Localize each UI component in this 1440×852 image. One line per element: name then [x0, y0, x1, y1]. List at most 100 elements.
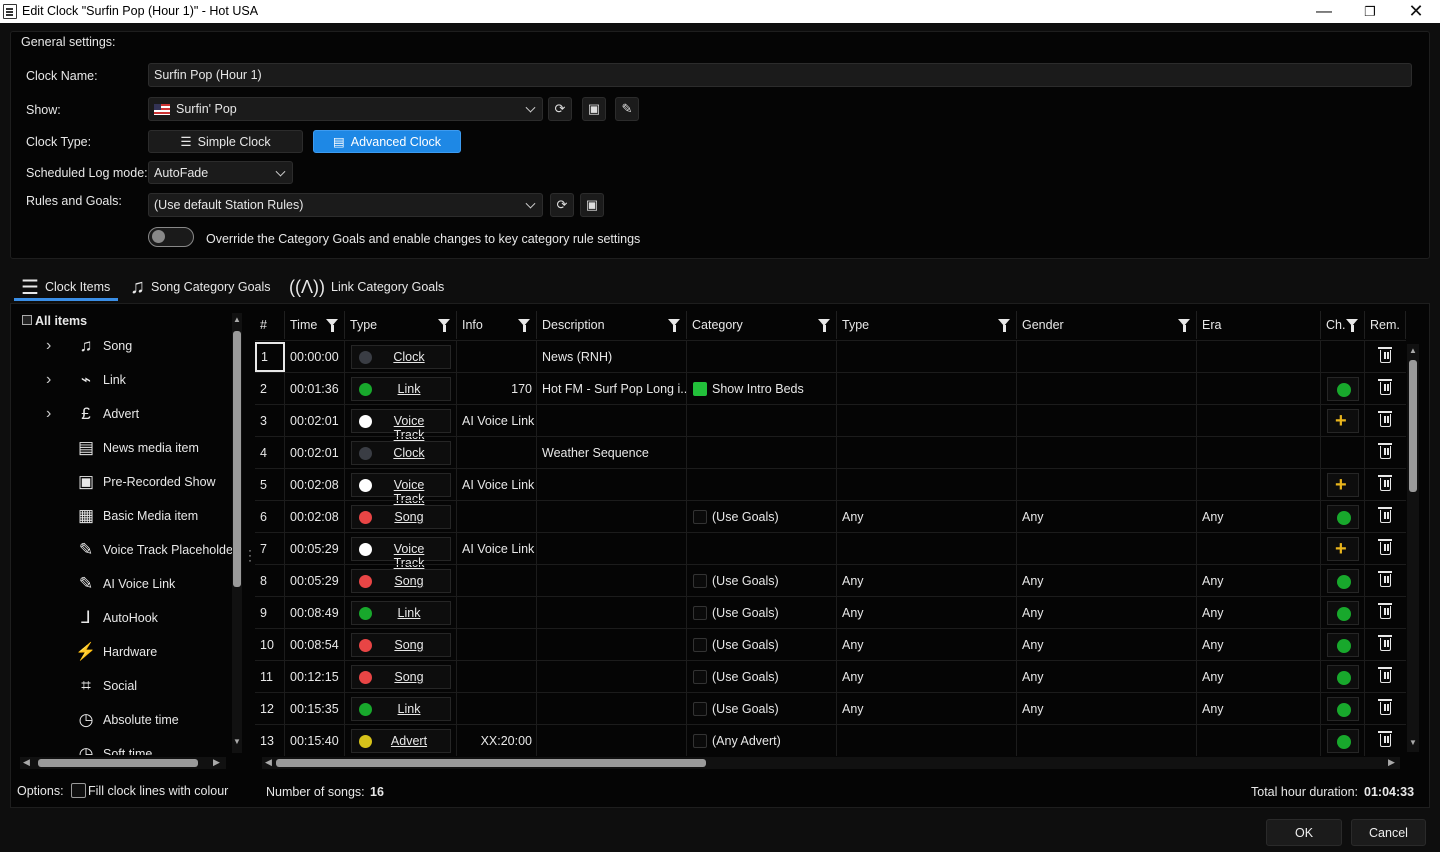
- table-row[interactable]: 12 00:15:35 Link (Use Goals) Any Any Any: [255, 692, 1406, 725]
- override-toggle[interactable]: [148, 227, 194, 247]
- tree-item-voice-track-placeholder[interactable]: ✎ Voice Track Placeholder: [18, 533, 246, 567]
- expand-arrow-icon[interactable]: ›: [46, 337, 51, 355]
- ch-button[interactable]: [1327, 665, 1359, 689]
- clock-name-input[interactable]: Surfin Pop (Hour 1): [148, 63, 1412, 87]
- column-header-era[interactable]: Era: [1197, 311, 1321, 339]
- column-header-type[interactable]: Type: [345, 311, 457, 339]
- ch-button[interactable]: +: [1327, 537, 1359, 561]
- trash-icon[interactable]: [1378, 603, 1392, 619]
- column-header-time[interactable]: Time: [285, 311, 345, 339]
- trash-icon[interactable]: [1378, 507, 1392, 523]
- grid-scroll-thumb[interactable]: [1409, 360, 1417, 492]
- grid-hscroll-thumb[interactable]: [276, 759, 706, 767]
- tab-link-category-goals[interactable]: ((Λ)) Link Category Goals: [289, 272, 444, 302]
- column-header-info[interactable]: Info: [457, 311, 537, 339]
- table-row[interactable]: 6 00:02:08 Song (Use Goals) Any Any Any: [255, 500, 1406, 533]
- scroll-up-icon[interactable]: ▲: [1409, 346, 1417, 355]
- trash-icon[interactable]: [1378, 699, 1392, 715]
- filter-icon[interactable]: [1178, 319, 1190, 332]
- table-row[interactable]: 9 00:08:49 Link (Use Goals) Any Any Any: [255, 596, 1406, 629]
- advanced-clock-button[interactable]: ▤ Advanced Clock: [313, 130, 461, 153]
- table-row[interactable]: 8 00:05:29 Song (Use Goals) Any Any Any: [255, 564, 1406, 597]
- trash-icon[interactable]: [1378, 347, 1392, 363]
- ch-button[interactable]: +: [1327, 409, 1359, 433]
- ch-button[interactable]: [1327, 569, 1359, 593]
- trash-icon[interactable]: [1378, 379, 1392, 395]
- column-header-number[interactable]: #: [255, 311, 285, 339]
- table-row[interactable]: 10 00:08:54 Song (Use Goals) Any Any Any: [255, 628, 1406, 661]
- trash-icon[interactable]: [1378, 635, 1392, 651]
- root-collapse-box[interactable]: [22, 315, 32, 325]
- scroll-down-icon[interactable]: ▼: [1409, 738, 1417, 747]
- table-row[interactable]: 13 00:15:40 Advert XX:20:00 (Any Advert): [255, 724, 1406, 756]
- trash-icon[interactable]: [1378, 667, 1392, 683]
- filter-icon[interactable]: [818, 319, 830, 332]
- trash-icon[interactable]: [1378, 411, 1392, 427]
- grid-horizontal-scrollbar[interactable]: ◀ ▶: [262, 757, 1400, 769]
- maximize-button[interactable]: ❐: [1347, 0, 1393, 23]
- grid-vertical-scrollbar[interactable]: ▲ ▼: [1407, 344, 1419, 752]
- trash-icon[interactable]: [1378, 571, 1392, 587]
- fill-lines-checkbox[interactable]: [71, 783, 86, 798]
- ch-button[interactable]: +: [1327, 473, 1359, 497]
- tree-horizontal-scrollbar[interactable]: ◀ ▶: [20, 757, 226, 769]
- open-show-button[interactable]: ▣: [582, 97, 606, 121]
- ch-button[interactable]: [1327, 505, 1359, 529]
- tree-item-ai-voice-link[interactable]: ✎ AI Voice Link: [18, 567, 246, 601]
- scroll-up-icon[interactable]: ▲: [233, 315, 241, 324]
- column-header-description[interactable]: Description: [537, 311, 687, 339]
- filter-icon[interactable]: [1346, 319, 1358, 332]
- table-row[interactable]: 2 00:01:36 Link 170 Hot FM - Surf Pop Long i…: [255, 372, 1406, 405]
- tree-item-basic-media-item[interactable]: ▦ Basic Media item: [18, 499, 246, 533]
- ch-button[interactable]: [1327, 377, 1359, 401]
- ch-button[interactable]: [1327, 729, 1359, 753]
- table-row[interactable]: 1 00:00:00 Clock News (RNH): [255, 340, 1406, 373]
- trash-icon[interactable]: [1378, 443, 1392, 459]
- refresh-rules-button[interactable]: ⟳: [550, 193, 574, 217]
- filter-icon[interactable]: [518, 319, 530, 332]
- tree-item-soft-time[interactable]: ◷ Soft time: [18, 737, 246, 755]
- minimize-button[interactable]: —: [1301, 0, 1347, 23]
- ok-button[interactable]: OK: [1266, 819, 1342, 846]
- scroll-left-icon[interactable]: ◀: [23, 757, 30, 768]
- table-row[interactable]: 3 00:02:01 Voice Track AI Voice Link +: [255, 404, 1406, 442]
- close-button[interactable]: ✕: [1393, 0, 1439, 23]
- table-row[interactable]: 7 00:05:29 Voice Track AI Voice Link +: [255, 532, 1406, 570]
- trash-icon[interactable]: [1378, 539, 1392, 555]
- tree-item-song[interactable]: › ♫ Song: [18, 329, 246, 363]
- log-mode-select[interactable]: AutoFade: [148, 161, 293, 184]
- tree-item-autohook[interactable]: ⅃ AutoHook: [18, 601, 246, 635]
- table-row[interactable]: 4 00:02:01 Clock Weather Sequence: [255, 436, 1406, 469]
- column-header-ch[interactable]: Ch.: [1321, 311, 1365, 339]
- filter-icon[interactable]: [998, 319, 1010, 332]
- tree-item-link[interactable]: › ⌁ Link: [18, 363, 246, 397]
- show-select[interactable]: Surfin' Pop: [148, 97, 543, 121]
- filter-icon[interactable]: [438, 319, 450, 332]
- open-rules-button[interactable]: ▣: [580, 193, 604, 217]
- expand-arrow-icon[interactable]: ›: [46, 405, 51, 423]
- column-header-gender[interactable]: Gender: [1017, 311, 1197, 339]
- scroll-left-icon[interactable]: ◀: [265, 757, 272, 768]
- expand-arrow-icon[interactable]: ›: [46, 371, 51, 389]
- tree-item-advert[interactable]: › £ Advert: [18, 397, 246, 431]
- ch-button[interactable]: [1327, 601, 1359, 625]
- table-row[interactable]: 5 00:02:08 Voice Track AI Voice Link +: [255, 468, 1406, 506]
- splitter-handle-icon[interactable]: · · ·: [248, 544, 252, 566]
- tree-vertical-scrollbar[interactable]: ▲ ▼: [232, 313, 242, 753]
- tree-item-absolute-time[interactable]: ◷ Absolute time: [18, 703, 246, 737]
- column-header-category[interactable]: Category: [687, 311, 837, 339]
- scroll-right-icon[interactable]: ▶: [213, 757, 220, 768]
- scroll-right-icon[interactable]: ▶: [1388, 757, 1395, 768]
- simple-clock-button[interactable]: ☰ Simple Clock: [148, 130, 303, 153]
- rules-select[interactable]: (Use default Station Rules): [148, 193, 543, 217]
- cancel-button[interactable]: Cancel: [1351, 819, 1426, 846]
- ch-button[interactable]: [1327, 697, 1359, 721]
- tree-scroll-thumb[interactable]: [233, 331, 241, 587]
- table-row[interactable]: 11 00:12:15 Song (Use Goals) Any Any Any: [255, 660, 1406, 693]
- trash-icon[interactable]: [1378, 475, 1392, 491]
- edit-show-button[interactable]: ✎: [615, 97, 639, 121]
- column-header-rem[interactable]: Rem.: [1365, 311, 1406, 339]
- filter-icon[interactable]: [326, 319, 338, 332]
- tree-item-news-media-item[interactable]: ▤ News media item: [18, 431, 246, 465]
- trash-icon[interactable]: [1378, 731, 1392, 747]
